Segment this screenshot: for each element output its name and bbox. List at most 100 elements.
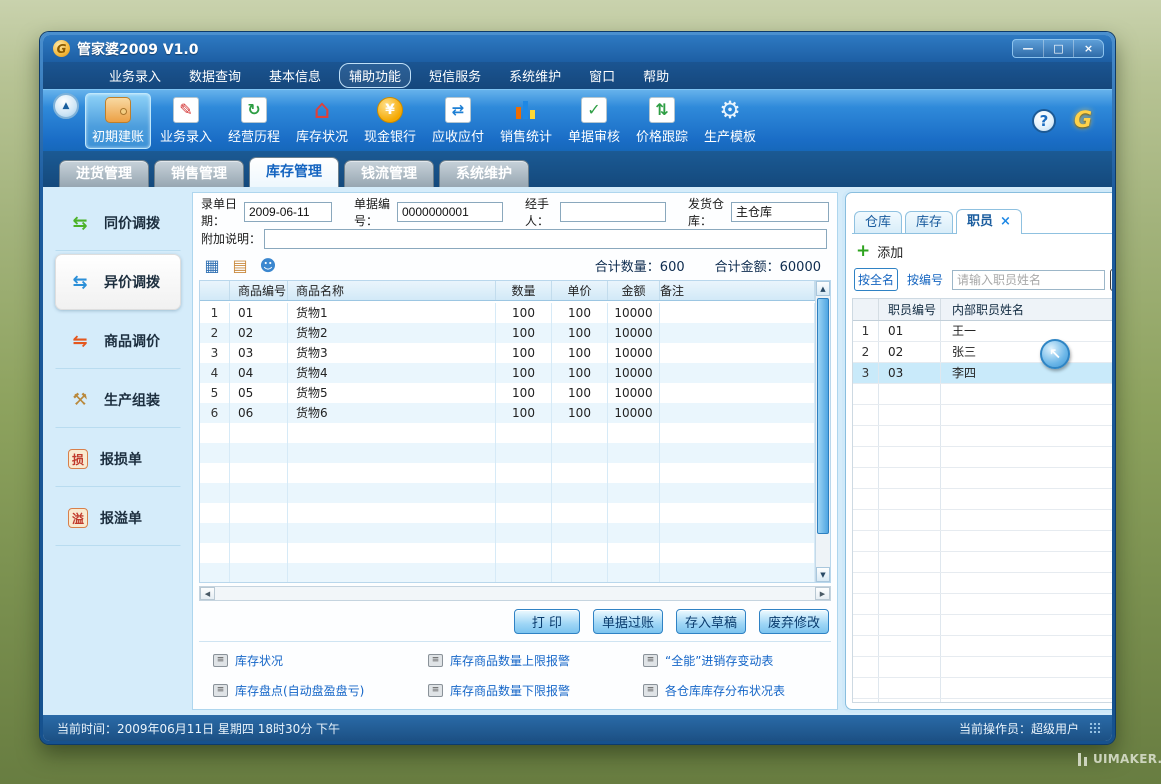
voucher-note-row: 附加说明： [199,225,831,252]
table-row[interactable]: 6 06 货物6 100 100 10000 [200,403,815,423]
sidebar-item[interactable]: 同价调拨 [55,195,181,251]
toolbar-button[interactable]: 应收应付 [425,93,491,149]
toolbar-button[interactable]: 库存状况 [289,93,355,149]
menu-item[interactable]: 数据查询 [179,63,251,88]
search-button[interactable]: 搜索 [1110,269,1112,291]
menu-item[interactable]: 窗口 [579,63,625,88]
report-link[interactable]: 库存状况 [213,652,428,669]
sidebar-item[interactable]: 报损单 [55,431,181,487]
filter-by-name[interactable]: 按全名 [854,268,898,291]
table-row[interactable]: 1 01 货物1 100 100 10000 [200,303,815,323]
scroll-right-button[interactable] [815,587,830,600]
staff-table: 职员编号 内部职员姓名 1 01 王一 2 [852,298,1112,703]
toolbar-button[interactable]: 经营历程 [221,93,287,149]
cell-code: 05 [230,383,288,403]
table-row[interactable]: 5 05 货物5 100 100 10000 [200,383,815,403]
module-tab[interactable]: 库存管理 [249,157,339,187]
menu-item[interactable]: 辅助功能 [339,63,411,88]
scrollbar-thumb[interactable] [817,298,829,534]
toolbar-button[interactable]: 生产模板 [697,93,763,149]
lookup-tab[interactable]: 仓库 × [854,211,902,233]
table-row[interactable]: 4 04 货物4 100 100 10000 [200,363,815,383]
document-icon[interactable] [231,256,249,274]
scroll-left-button[interactable] [200,587,215,600]
warehouse-input[interactable] [731,202,829,222]
lookup-tab-label: 仓库 [865,212,891,233]
horizontal-scrollbar[interactable] [199,586,831,601]
lookup-tab[interactable]: 职员 × [956,209,1022,234]
empty-row [853,573,1112,594]
menu-item[interactable]: 短信服务 [419,63,491,88]
lookup-tab[interactable]: 库存 × [905,211,953,233]
voucher-no-input[interactable] [397,202,503,222]
module-tab[interactable]: 系统维护 [439,160,529,187]
items-table-body: 1 01 货物1 100 100 10000 2 02 [200,303,815,582]
menu-item[interactable]: 基本信息 [259,63,331,88]
scroll-up-button[interactable] [816,281,830,296]
gear-icon [717,97,743,123]
add-staff-button[interactable]: + 添加 [852,234,1112,266]
menu-item[interactable]: 帮助 [633,63,679,88]
menu-item[interactable]: 业务录入 [99,63,171,88]
empty-row [200,463,815,483]
warehouse-icon[interactable] [203,256,221,274]
module-tab[interactable]: 进货管理 [59,160,149,187]
note-input[interactable] [264,229,827,249]
resize-grip[interactable] [1089,722,1102,735]
tab-close-icon[interactable]: × [1000,210,1011,234]
staff-row[interactable]: 2 02 张三 [853,342,1112,363]
cell-qty: 100 [496,363,552,383]
action-button[interactable]: 打 印 [514,609,580,634]
report-icon [428,684,443,697]
toolbar-button[interactable]: 业务录入 [153,93,219,149]
handler-input[interactable] [560,202,666,222]
sidebar-item[interactable]: 报溢单 [55,490,181,546]
filter-by-code[interactable]: 按编号 [903,268,947,291]
sidebar-item[interactable]: 异价调拨 [55,254,181,310]
report-link-label: 库存盘点(自动盘盈盘亏) [235,682,364,699]
entry-icon [173,97,199,123]
report-link[interactable]: 库存盘点(自动盘盈盘亏) [213,682,428,699]
table-row[interactable]: 2 02 货物2 100 100 10000 [200,323,815,343]
sidebar: 同价调拨 异价调拨 商品调价 生产组装 [51,192,185,710]
module-tab[interactable]: 钱流管理 [344,160,434,187]
sidebar-item[interactable]: 商品调价 [55,313,181,369]
module-tab[interactable]: 销售管理 [154,160,244,187]
minimize-button[interactable]: — [1013,40,1043,57]
toolbar-button[interactable]: 销售统计 [493,93,559,149]
date-label: 录单日期： [201,195,241,229]
toolbar-button[interactable]: 单据审核 [561,93,627,149]
report-link[interactable]: “全能”进销存变动表 [643,652,829,669]
report-link[interactable]: 库存商品数量下限报警 [428,682,643,699]
maximize-button[interactable]: □ [1043,40,1073,57]
toolbar-button[interactable]: 初期建账 [85,93,151,149]
titlebar[interactable]: G 管家婆2009 V1.0 — □ × [43,35,1112,62]
help-icon[interactable]: ? [1032,109,1056,133]
lookup-tabs: 仓库 × 库存 × 职员 × [852,197,1112,234]
close-button[interactable]: × [1073,40,1103,57]
report-link[interactable]: 库存商品数量上限报警 [428,652,643,669]
action-button[interactable]: 单据过账 [593,609,663,634]
scroll-down-button[interactable] [816,567,830,582]
sidebar-item[interactable]: 生产组装 [55,372,181,428]
cell-code: 02 [230,323,288,343]
toolbar-button[interactable]: 现金银行 [357,93,423,149]
action-button[interactable]: 存入草稿 [676,609,746,634]
collapse-toolbar-button[interactable] [53,93,79,119]
module-tabs: 进货管理 销售管理 库存管理 钱流管理 系统维护 [43,151,1112,187]
staff-row[interactable]: 3 03 李四 [853,363,1112,384]
warehouse-label: 发货仓库： [688,195,728,229]
cell-remark [660,303,815,323]
date-input[interactable] [244,202,332,222]
staff-search-input[interactable] [952,270,1105,290]
action-button[interactable]: 废弃修改 [759,609,829,634]
menu-item[interactable]: 系统维护 [499,63,571,88]
table-row[interactable]: 3 03 货物3 100 100 10000 [200,343,815,363]
staff-icon[interactable] [259,256,277,274]
staff-row[interactable]: 1 01 王一 [853,321,1112,342]
report-link-label: 库存商品数量下限报警 [450,682,570,699]
vertical-scrollbar[interactable] [815,281,830,582]
empty-row [853,405,1112,426]
report-link[interactable]: 各仓库库存分布状况表 [643,682,829,699]
toolbar-button[interactable]: 价格跟踪 [629,93,695,149]
